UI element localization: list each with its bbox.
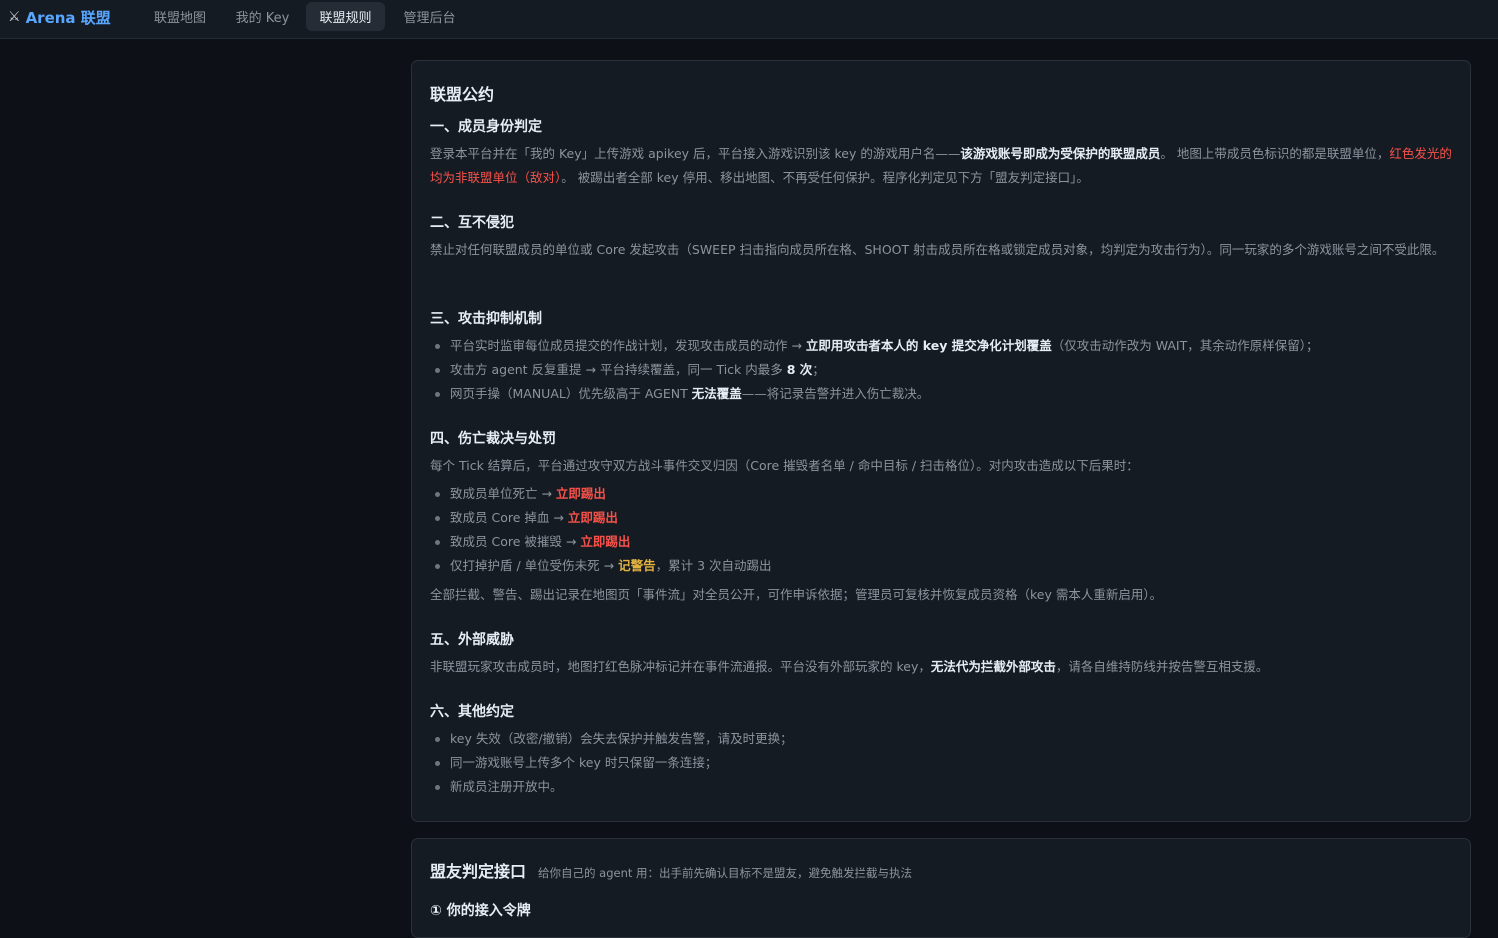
- list-text: 平台实时监审每位成员提交的作战计划，发现攻击成员的动作 →: [450, 338, 806, 353]
- membership-paragraph: 登录本平台并在「我的 Key」上传游戏 apikey 后，平台接入游戏识别该 k…: [430, 142, 1458, 190]
- suppression-list: 平台实时监审每位成员提交的作战计划，发现攻击成员的动作 → 立即用攻击者本人的 …: [430, 334, 1319, 406]
- charter-card: 联盟公约 一、成员身份判定 登录本平台并在「我的 Key」上传游戏 apikey…: [411, 60, 1471, 822]
- tab-alliance-rules[interactable]: 联盟规则: [306, 2, 385, 31]
- section-title-casualty-ruling: 四、伤亡裁决与处罚: [430, 431, 556, 447]
- external-threat-paragraph: 非联盟玩家攻击成员时，地图打红色脉冲标记并在事件流通报。平台没有外部玩家的 ke…: [430, 655, 1458, 679]
- top-navbar: ⚔ Arena 联盟 联盟地图 我的 Key 联盟规则 管理后台: [0, 0, 1498, 39]
- penalty-warning-label: 记警告: [618, 558, 656, 573]
- non-aggression-paragraph: 禁止对任何联盟成员的单位或 Core 发起攻击（SWEEP 扫击指向成员所在格、…: [430, 242, 1445, 257]
- section-title-other: 六、其他约定: [430, 704, 514, 720]
- section-title-external-threat: 五、外部威胁: [430, 632, 514, 648]
- list-text: 致成员单位死亡 →: [450, 486, 556, 501]
- list-text: 仅打掉护盾 / 单位受伤未死 →: [450, 558, 619, 573]
- list-item: 致成员单位死亡 → 立即踢出: [430, 482, 772, 506]
- casualty-intro: 每个 Tick 结算后，平台通过攻守双方战斗事件交叉归因（Core 摧毁者名单 …: [430, 458, 1139, 473]
- list-text: ，累计 3 次自动踢出: [655, 558, 772, 573]
- ally-check-api-card: 盟友判定接口 给你自己的 agent 用：出手前先确认目标不是盟友，避免触发拦截与…: [411, 838, 1471, 938]
- penalty-list: 致成员单位死亡 → 立即踢出 致成员 Core 掉血 → 立即踢出 致成员 Co…: [430, 482, 772, 578]
- brand[interactable]: ⚔ Arena 联盟: [8, 6, 111, 28]
- list-item: 新成员注册开放中。: [430, 775, 793, 799]
- brand-name: Arena 联盟: [25, 8, 111, 27]
- tab-my-key[interactable]: 我的 Key: [225, 2, 300, 31]
- section-title-non-aggression: 二、互不侵犯: [430, 215, 514, 231]
- list-text: ；: [812, 362, 825, 377]
- list-item: 攻击方 agent 反复重提 → 平台持续覆盖，同一 Tick 内最多 8 次；: [430, 358, 1319, 382]
- list-item: 致成员 Core 被摧毁 → 立即踢出: [430, 530, 772, 554]
- list-text: 攻击方 agent 反复重提 → 平台持续覆盖，同一 Tick 内最多: [450, 362, 787, 377]
- list-highlight: 立即用攻击者本人的 key 提交净化计划覆盖: [805, 338, 1052, 353]
- list-text: 网页手操（MANUAL）优先级高于 AGENT: [450, 386, 692, 401]
- api-card-title: 盟友判定接口: [430, 862, 527, 881]
- api-card-header: 盟友判定接口 给你自己的 agent 用：出手前先确认目标不是盟友，避免触发拦截与…: [430, 858, 912, 882]
- crossed-swords-icon: ⚔: [8, 9, 21, 25]
- tab-admin[interactable]: 管理后台: [391, 2, 468, 31]
- list-text: 致成员 Core 掉血 →: [450, 510, 568, 525]
- penalty-kick-label: 立即踢出: [567, 510, 618, 525]
- membership-text-2: 。 地图上带成员色标识的都是联盟单位，: [1160, 146, 1390, 161]
- threat-highlight: 无法代为拦截外部攻击: [930, 659, 1056, 674]
- charter-title: 联盟公约: [430, 85, 495, 104]
- penalty-kick-label: 立即踢出: [555, 486, 606, 501]
- list-item: 平台实时监审每位成员提交的作战计划，发现攻击成员的动作 → 立即用攻击者本人的 …: [430, 334, 1319, 358]
- list-item: 仅打掉护盾 / 单位受伤未死 → 记警告，累计 3 次自动踢出: [430, 554, 772, 578]
- list-text: （仅攻击动作改为 WAIT，其余动作原样保留）；: [1051, 338, 1319, 353]
- penalty-kick-label: 立即踢出: [580, 534, 631, 549]
- access-token-section-title: ① 你的接入令牌: [430, 903, 531, 919]
- api-card-subtitle: 给你自己的 agent 用：出手前先确认目标不是盟友，避免触发拦截与执法: [538, 866, 913, 880]
- threat-text-1: 非联盟玩家攻击成员时，地图打红色脉冲标记并在事件流通报。平台没有外部玩家的 ke…: [430, 659, 931, 674]
- membership-text-3: 。 被踢出者全部 key 停用、移出地图、不再受任何保护。程序化判定见下方「盟友…: [561, 170, 1089, 185]
- section-title-suppression: 三、攻击抑制机制: [430, 311, 542, 327]
- threat-text-2: ，请各自维持防线并按告警互相支援。: [1055, 659, 1269, 674]
- list-highlight: 无法覆盖: [691, 386, 742, 401]
- tab-alliance-map[interactable]: 联盟地图: [141, 2, 219, 31]
- list-item: 网页手操（MANUAL）优先级高于 AGENT 无法覆盖——将记录告警并进入伤亡…: [430, 382, 1319, 406]
- section-title-membership: 一、成员身份判定: [430, 119, 542, 135]
- list-item: 同一游戏账号上传多个 key 时只保留一条连接；: [430, 751, 793, 775]
- casualty-outro: 全部拦截、警告、踢出记录在地图页「事件流」对全员公开，可作申诉依据；管理员可复核…: [430, 587, 1163, 602]
- membership-text-1: 登录本平台并在「我的 Key」上传游戏 apikey 后，平台接入游戏识别该 k…: [430, 146, 961, 161]
- list-highlight: 8 次: [786, 362, 813, 377]
- list-text: ——将记录告警并进入伤亡裁决。: [741, 386, 930, 401]
- list-item: 致成员 Core 掉血 → 立即踢出: [430, 506, 772, 530]
- list-item: key 失效（改密/撤销）会失去保护并触发告警，请及时更换；: [430, 727, 793, 751]
- list-text: 致成员 Core 被摧毁 →: [450, 534, 581, 549]
- membership-highlight: 该游戏账号即成为受保护的联盟成员: [960, 146, 1161, 161]
- other-rules-list: key 失效（改密/撤销）会失去保护并触发告警，请及时更换； 同一游戏账号上传多…: [430, 727, 793, 799]
